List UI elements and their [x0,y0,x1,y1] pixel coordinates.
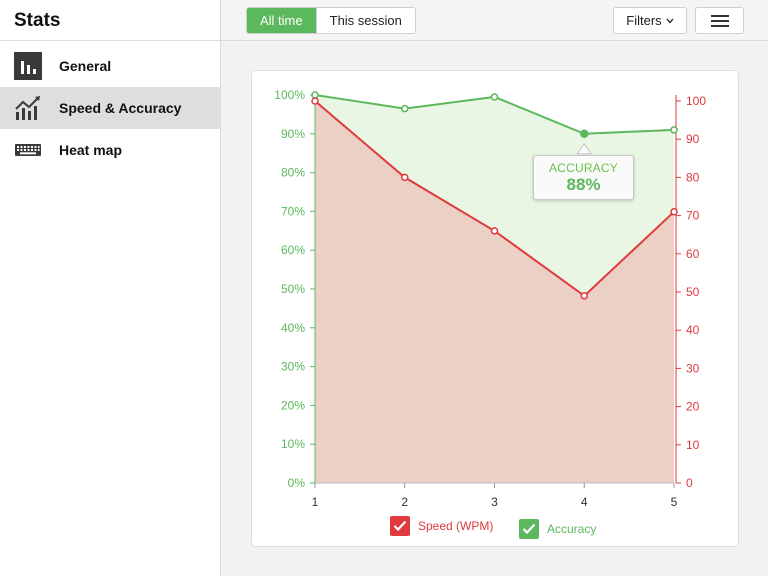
legend-item-speed[interactable]: Speed (WPM) [390,516,493,536]
checkbox-checked-icon [390,516,410,536]
legend-label: Accuracy [547,522,597,536]
bar-chart-icon [14,52,42,80]
sidebar: Stats General Speed & Accuracy Heat map [0,0,221,576]
all-time-button[interactable]: All time [247,8,316,33]
page-title: Stats [14,10,61,31]
sidebar-item-label: General [59,58,112,74]
hamburger-menu-icon [710,14,729,28]
sidebar-item-general[interactable]: General [0,45,220,87]
accuracy-tooltip: ACCURACY 88% [533,155,634,200]
checkbox-checked-icon [519,519,539,539]
toolbar: All time This session Filters [221,0,768,41]
legend-label: Speed (WPM) [418,519,494,533]
sidebar-item-label: Heat map [59,142,123,158]
filters-label: Filters [626,13,662,28]
legend-item-accuracy[interactable]: Accuracy [519,519,596,539]
menu-button[interactable] [695,7,744,34]
filters-button[interactable]: Filters [613,7,687,34]
sidebar-header: Stats [0,0,220,41]
this-session-button[interactable]: This session [315,8,415,33]
sidebar-item-label: Speed & Accuracy [59,100,182,116]
tooltip-value: 88% [566,175,601,194]
keyboard-icon [14,136,42,164]
sidebar-item-heat-map[interactable]: Heat map [0,129,220,171]
chart-card [251,70,739,547]
chevron-down-icon [666,18,674,24]
tooltip-label: ACCURACY [549,161,618,175]
sidebar-item-speed-accuracy[interactable]: Speed & Accuracy [0,87,220,129]
line-chart-icon [14,94,42,122]
range-toggle: All time This session [246,7,416,34]
